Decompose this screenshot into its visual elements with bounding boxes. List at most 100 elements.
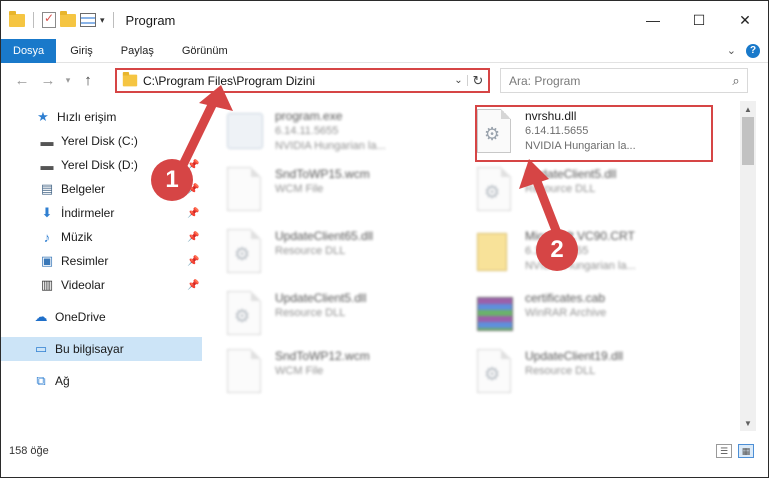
sidebar-item-label: İndirmeler bbox=[61, 206, 115, 220]
up-arrow-icon[interactable]: ↑ bbox=[75, 72, 101, 89]
explorer-window: ▾ Program — ☐ ✕ Dosya Giriş Paylaş Görün… bbox=[0, 0, 769, 478]
step-1-badge: 1 bbox=[151, 159, 193, 201]
file-version: 6.14.11.5655 bbox=[275, 125, 339, 137]
file-type: WCM File bbox=[275, 183, 324, 195]
sidebar-item-onedrive[interactable]: ☁ OneDrive bbox=[1, 305, 202, 329]
search-icon[interactable]: ⌕ bbox=[725, 73, 747, 89]
exe-icon bbox=[227, 109, 267, 157]
file-tile[interactable]: SndToWP12.wcm WCM File bbox=[211, 345, 456, 403]
file-name: UpdateClient5.dll bbox=[525, 167, 617, 181]
expand-ribbon-icon[interactable]: ⌄ bbox=[727, 44, 736, 57]
maximize-button[interactable]: ☐ bbox=[676, 1, 722, 39]
sidebar-item-quick-access[interactable]: ★ Hızlı erişim bbox=[1, 105, 202, 129]
file-tile[interactable]: ⚙ UpdateClient5.dll Resource DLL bbox=[211, 287, 456, 345]
help-icon[interactable]: ? bbox=[746, 43, 760, 58]
recent-locations-dropdown-icon[interactable]: ▾ bbox=[61, 75, 75, 86]
sidebar-item-network[interactable]: ⧉ Ağ bbox=[1, 369, 202, 393]
dll-icon: ⚙ bbox=[477, 167, 517, 215]
view-buttons: ☰ ▦ bbox=[716, 444, 768, 458]
address-input[interactable] bbox=[143, 73, 450, 88]
tab-file[interactable]: Dosya bbox=[1, 38, 57, 63]
item-count: 158 öğe bbox=[9, 445, 49, 457]
tab-share[interactable]: Paylaş bbox=[107, 39, 168, 63]
file-icon bbox=[227, 167, 267, 215]
address-bar[interactable]: ⌄ ↻ bbox=[115, 68, 490, 93]
qat-divider bbox=[112, 12, 114, 28]
file-tile[interactable]: ⚙ UpdateClient65.dll Resource DLL bbox=[211, 225, 456, 283]
window-title: Program bbox=[125, 12, 176, 28]
status-bar: 158 öğe ☰ ▦ bbox=[1, 439, 768, 463]
target-file-highlight bbox=[475, 105, 713, 162]
file-tile[interactable]: ⚙ UpdateClient19.dll Resource DLL bbox=[461, 345, 706, 403]
sidebar-item-this-pc[interactable]: ▭ Bu bilgisayar bbox=[1, 337, 202, 361]
file-type: Resource DLL bbox=[525, 365, 596, 377]
sidebar-item-downloads[interactable]: ⬇ İndirmeler 📌 bbox=[1, 201, 202, 225]
sidebar-item-label: Belgeler bbox=[61, 182, 106, 196]
view-properties-icon[interactable] bbox=[80, 13, 96, 27]
file-type: WinRAR Archive bbox=[525, 307, 607, 319]
file-tile[interactable]: SndToWP15.wcm WCM File bbox=[211, 163, 456, 221]
folder-icon bbox=[122, 71, 138, 87]
dll-icon: ⚙ bbox=[227, 291, 267, 339]
vc-icon bbox=[477, 229, 517, 277]
scroll-up-icon[interactable]: ▲ bbox=[740, 101, 756, 117]
qat-divider bbox=[33, 12, 34, 28]
drive-icon: ▬ bbox=[40, 133, 54, 149]
navigation-pane: ★ Hızlı erişim ▬ Yerel Disk (C:) ▬ Yerel… bbox=[1, 101, 205, 431]
cab-icon bbox=[477, 291, 517, 339]
back-arrow-icon[interactable]: ← bbox=[9, 72, 35, 89]
new-folder-icon[interactable] bbox=[60, 10, 76, 27]
scroll-down-icon[interactable]: ▼ bbox=[740, 415, 756, 431]
properties-check-icon[interactable] bbox=[42, 11, 56, 28]
sidebar-item-music[interactable]: ♪ Müzik 📌 bbox=[1, 225, 202, 249]
sidebar-item-label: Hızlı erişim bbox=[57, 110, 117, 124]
documents-icon: ▤ bbox=[40, 181, 54, 196]
pin-icon[interactable]: 📌 bbox=[187, 208, 199, 219]
close-button[interactable]: ✕ bbox=[722, 1, 768, 39]
tiles-view-icon[interactable]: ▦ bbox=[738, 444, 754, 458]
refresh-icon[interactable]: ↻ bbox=[468, 73, 488, 89]
file-tile[interactable]: program.exe 6.14.11.5655 NVIDIA Hungaria… bbox=[211, 105, 456, 163]
title-bar: ▾ Program — ☐ ✕ bbox=[1, 1, 768, 39]
window-controls: — ☐ ✕ bbox=[630, 1, 768, 39]
file-name: SndToWP12.wcm bbox=[275, 349, 370, 363]
drive-icon: ▬ bbox=[40, 157, 54, 173]
step-2-badge: 2 bbox=[536, 229, 578, 271]
minimize-button[interactable]: — bbox=[630, 1, 676, 39]
ribbon-right: ⌄ ? bbox=[727, 43, 768, 58]
file-type: WCM File bbox=[275, 365, 324, 377]
quick-access-toolbar: ▾ bbox=[1, 10, 118, 28]
sidebar-item-pictures[interactable]: ▣ Resimler 📌 bbox=[1, 249, 202, 273]
dll-icon: ⚙ bbox=[227, 229, 267, 277]
file-tile[interactable]: Microsoft.VC90.CRT 6.14.11.5655 NVIDIA H… bbox=[461, 225, 706, 283]
scrollbar-thumb[interactable] bbox=[742, 117, 754, 165]
forward-arrow-icon[interactable]: → bbox=[35, 72, 61, 89]
details-view-icon[interactable]: ☰ bbox=[716, 444, 732, 458]
file-name: program.exe bbox=[275, 109, 343, 123]
pin-icon[interactable]: 📌 bbox=[187, 280, 199, 291]
tab-home[interactable]: Giriş bbox=[56, 39, 107, 63]
vertical-scrollbar[interactable]: ▲ ▼ bbox=[740, 101, 756, 431]
file-icon bbox=[227, 349, 267, 397]
file-name: UpdateClient5.dll bbox=[275, 291, 367, 305]
file-type: Resource DLL bbox=[275, 245, 346, 257]
sidebar-item-label: Resimler bbox=[61, 254, 109, 268]
file-tile[interactable]: certificates.cab WinRAR Archive bbox=[461, 287, 706, 345]
sidebar-item-label: Videolar bbox=[61, 278, 105, 292]
sidebar-item-local-disk-c[interactable]: ▬ Yerel Disk (C:) bbox=[1, 129, 202, 153]
file-type: Resource DLL bbox=[525, 183, 596, 195]
search-box[interactable]: ⌕ bbox=[500, 68, 748, 93]
tab-view[interactable]: Görünüm bbox=[168, 39, 242, 63]
cloud-icon: ☁ bbox=[34, 309, 48, 324]
sidebar-item-label: OneDrive bbox=[55, 310, 106, 324]
download-icon: ⬇ bbox=[41, 205, 53, 220]
sidebar-item-label: Ağ bbox=[55, 374, 70, 388]
qat-dropdown-icon[interactable]: ▾ bbox=[100, 15, 105, 26]
pin-icon[interactable]: 📌 bbox=[187, 256, 199, 267]
sidebar-item-label: Müzik bbox=[61, 230, 93, 244]
file-tile[interactable]: ⚙ UpdateClient5.dll Resource DLL bbox=[461, 163, 706, 221]
pin-icon[interactable]: 📌 bbox=[187, 232, 199, 243]
sidebar-item-videos[interactable]: ▥ Videolar 📌 bbox=[1, 273, 202, 297]
search-input[interactable] bbox=[509, 73, 725, 88]
address-dropdown-icon[interactable]: ⌄ bbox=[450, 75, 468, 86]
